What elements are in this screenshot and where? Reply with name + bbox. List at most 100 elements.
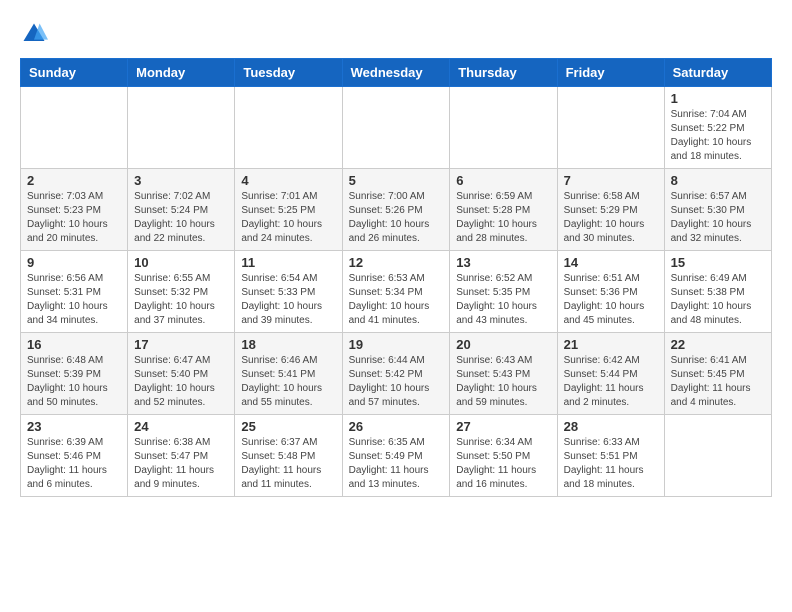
day-info: Sunrise: 7:01 AM Sunset: 5:25 PM Dayligh… bbox=[241, 190, 335, 246]
day-number: 8 bbox=[671, 173, 765, 188]
calendar-cell bbox=[342, 87, 450, 169]
day-number: 27 bbox=[456, 419, 550, 434]
day-number: 14 bbox=[564, 255, 658, 270]
calendar-cell: 9 Sunrise: 6:56 AM Sunset: 5:31 PM Daylig… bbox=[21, 251, 128, 333]
day-number: 4 bbox=[241, 173, 335, 188]
calendar-cell: 17 Sunrise: 6:47 AM Sunset: 5:40 PM Dayli… bbox=[128, 333, 235, 415]
calendar-cell: 15 Sunrise: 6:49 AM Sunset: 5:38 PM Dayli… bbox=[664, 251, 771, 333]
calendar-cell bbox=[235, 87, 342, 169]
day-info: Sunrise: 6:49 AM Sunset: 5:38 PM Dayligh… bbox=[671, 272, 765, 328]
calendar-cell: 6 Sunrise: 6:59 AM Sunset: 5:28 PM Daylig… bbox=[450, 169, 557, 251]
day-info: Sunrise: 6:42 AM Sunset: 5:44 PM Dayligh… bbox=[564, 354, 658, 410]
weekday-header-friday: Friday bbox=[557, 59, 664, 87]
day-info: Sunrise: 7:00 AM Sunset: 5:26 PM Dayligh… bbox=[349, 190, 444, 246]
day-number: 6 bbox=[456, 173, 550, 188]
day-info: Sunrise: 6:55 AM Sunset: 5:32 PM Dayligh… bbox=[134, 272, 228, 328]
calendar-body: 1 Sunrise: 7:04 AM Sunset: 5:22 PM Daylig… bbox=[21, 87, 772, 497]
day-info: Sunrise: 6:53 AM Sunset: 5:34 PM Dayligh… bbox=[349, 272, 444, 328]
weekday-header-tuesday: Tuesday bbox=[235, 59, 342, 87]
calendar-cell bbox=[21, 87, 128, 169]
weekday-header-row: SundayMondayTuesdayWednesdayThursdayFrid… bbox=[21, 59, 772, 87]
calendar-cell bbox=[557, 87, 664, 169]
day-number: 22 bbox=[671, 337, 765, 352]
day-info: Sunrise: 6:51 AM Sunset: 5:36 PM Dayligh… bbox=[564, 272, 658, 328]
day-info: Sunrise: 6:38 AM Sunset: 5:47 PM Dayligh… bbox=[134, 436, 228, 492]
day-number: 13 bbox=[456, 255, 550, 270]
day-number: 1 bbox=[671, 91, 765, 106]
day-info: Sunrise: 6:48 AM Sunset: 5:39 PM Dayligh… bbox=[27, 354, 121, 410]
calendar-cell: 27 Sunrise: 6:34 AM Sunset: 5:50 PM Dayli… bbox=[450, 415, 557, 497]
calendar-cell: 21 Sunrise: 6:42 AM Sunset: 5:44 PM Dayli… bbox=[557, 333, 664, 415]
day-number: 24 bbox=[134, 419, 228, 434]
day-info: Sunrise: 7:04 AM Sunset: 5:22 PM Dayligh… bbox=[671, 108, 765, 164]
calendar-cell: 2 Sunrise: 7:03 AM Sunset: 5:23 PM Daylig… bbox=[21, 169, 128, 251]
day-number: 20 bbox=[456, 337, 550, 352]
day-info: Sunrise: 6:39 AM Sunset: 5:46 PM Dayligh… bbox=[27, 436, 121, 492]
calendar-week-5: 23Sunrise: 6:39 AM Sunset: 5:46 PM Dayli… bbox=[21, 415, 772, 497]
logo-icon bbox=[20, 20, 48, 48]
day-number: 18 bbox=[241, 337, 335, 352]
header bbox=[20, 20, 772, 48]
day-number: 7 bbox=[564, 173, 658, 188]
calendar-week-2: 2 Sunrise: 7:03 AM Sunset: 5:23 PM Daylig… bbox=[21, 169, 772, 251]
calendar-cell bbox=[128, 87, 235, 169]
day-info: Sunrise: 6:58 AM Sunset: 5:29 PM Dayligh… bbox=[564, 190, 658, 246]
calendar-week-3: 9 Sunrise: 6:56 AM Sunset: 5:31 PM Daylig… bbox=[21, 251, 772, 333]
day-number: 28 bbox=[564, 419, 658, 434]
calendar-cell: 3 Sunrise: 7:02 AM Sunset: 5:24 PM Daylig… bbox=[128, 169, 235, 251]
day-info: Sunrise: 6:37 AM Sunset: 5:48 PM Dayligh… bbox=[241, 436, 335, 492]
day-info: Sunrise: 6:34 AM Sunset: 5:50 PM Dayligh… bbox=[456, 436, 550, 492]
logo bbox=[20, 20, 52, 48]
day-info: Sunrise: 6:54 AM Sunset: 5:33 PM Dayligh… bbox=[241, 272, 335, 328]
calendar-cell: 24 Sunrise: 6:38 AM Sunset: 5:47 PM Dayli… bbox=[128, 415, 235, 497]
day-info: Sunrise: 6:56 AM Sunset: 5:31 PM Dayligh… bbox=[27, 272, 121, 328]
day-info: Sunrise: 6:59 AM Sunset: 5:28 PM Dayligh… bbox=[456, 190, 550, 246]
day-number: 25 bbox=[241, 419, 335, 434]
calendar-cell bbox=[450, 87, 557, 169]
calendar-cell: 5 Sunrise: 7:00 AM Sunset: 5:26 PM Daylig… bbox=[342, 169, 450, 251]
day-number: 5 bbox=[349, 173, 444, 188]
calendar-week-1: 1 Sunrise: 7:04 AM Sunset: 5:22 PM Daylig… bbox=[21, 87, 772, 169]
calendar-cell: 1 Sunrise: 7:04 AM Sunset: 5:22 PM Daylig… bbox=[664, 87, 771, 169]
day-number: 21 bbox=[564, 337, 658, 352]
day-number: 16 bbox=[27, 337, 121, 352]
calendar-cell: 4 Sunrise: 7:01 AM Sunset: 5:25 PM Daylig… bbox=[235, 169, 342, 251]
calendar-cell: 18Sunrise: 6:46 AM Sunset: 5:41 PM Dayli… bbox=[235, 333, 342, 415]
day-number: 9 bbox=[27, 255, 121, 270]
day-number: 15 bbox=[671, 255, 765, 270]
calendar-cell: 8 Sunrise: 6:57 AM Sunset: 5:30 PM Daylig… bbox=[664, 169, 771, 251]
calendar-cell: 22Sunrise: 6:41 AM Sunset: 5:45 PM Dayli… bbox=[664, 333, 771, 415]
weekday-header-sunday: Sunday bbox=[21, 59, 128, 87]
calendar-header: SundayMondayTuesdayWednesdayThursdayFrid… bbox=[21, 59, 772, 87]
calendar-cell: 11 Sunrise: 6:54 AM Sunset: 5:33 PM Dayli… bbox=[235, 251, 342, 333]
day-number: 10 bbox=[134, 255, 228, 270]
day-number: 12 bbox=[349, 255, 444, 270]
day-info: Sunrise: 6:35 AM Sunset: 5:49 PM Dayligh… bbox=[349, 436, 444, 492]
calendar-cell: 23Sunrise: 6:39 AM Sunset: 5:46 PM Dayli… bbox=[21, 415, 128, 497]
day-number: 11 bbox=[241, 255, 335, 270]
calendar-cell: 12 Sunrise: 6:53 AM Sunset: 5:34 PM Dayli… bbox=[342, 251, 450, 333]
day-number: 17 bbox=[134, 337, 228, 352]
weekday-header-monday: Monday bbox=[128, 59, 235, 87]
calendar-cell: 28 Sunrise: 6:33 AM Sunset: 5:51 PM Dayli… bbox=[557, 415, 664, 497]
calendar-cell: 10 Sunrise: 6:55 AM Sunset: 5:32 PM Dayli… bbox=[128, 251, 235, 333]
day-number: 3 bbox=[134, 173, 228, 188]
calendar-cell: 20 Sunrise: 6:43 AM Sunset: 5:43 PM Dayli… bbox=[450, 333, 557, 415]
day-info: Sunrise: 6:44 AM Sunset: 5:42 PM Dayligh… bbox=[349, 354, 444, 410]
day-info: Sunrise: 6:33 AM Sunset: 5:51 PM Dayligh… bbox=[564, 436, 658, 492]
weekday-header-thursday: Thursday bbox=[450, 59, 557, 87]
calendar-cell: 14 Sunrise: 6:51 AM Sunset: 5:36 PM Dayli… bbox=[557, 251, 664, 333]
weekday-header-saturday: Saturday bbox=[664, 59, 771, 87]
calendar-cell: 16 Sunrise: 6:48 AM Sunset: 5:39 PM Dayli… bbox=[21, 333, 128, 415]
day-info: Sunrise: 6:43 AM Sunset: 5:43 PM Dayligh… bbox=[456, 354, 550, 410]
day-info: Sunrise: 7:03 AM Sunset: 5:23 PM Dayligh… bbox=[27, 190, 121, 246]
calendar-cell: 25 Sunrise: 6:37 AM Sunset: 5:48 PM Dayli… bbox=[235, 415, 342, 497]
day-number: 2 bbox=[27, 173, 121, 188]
day-info: Sunrise: 6:57 AM Sunset: 5:30 PM Dayligh… bbox=[671, 190, 765, 246]
day-info: Sunrise: 7:02 AM Sunset: 5:24 PM Dayligh… bbox=[134, 190, 228, 246]
calendar-cell: 7 Sunrise: 6:58 AM Sunset: 5:29 PM Daylig… bbox=[557, 169, 664, 251]
day-info: Sunrise: 6:47 AM Sunset: 5:40 PM Dayligh… bbox=[134, 354, 228, 410]
day-info: Sunrise: 6:52 AM Sunset: 5:35 PM Dayligh… bbox=[456, 272, 550, 328]
calendar-week-4: 16 Sunrise: 6:48 AM Sunset: 5:39 PM Dayli… bbox=[21, 333, 772, 415]
calendar-cell: 26Sunrise: 6:35 AM Sunset: 5:49 PM Dayli… bbox=[342, 415, 450, 497]
